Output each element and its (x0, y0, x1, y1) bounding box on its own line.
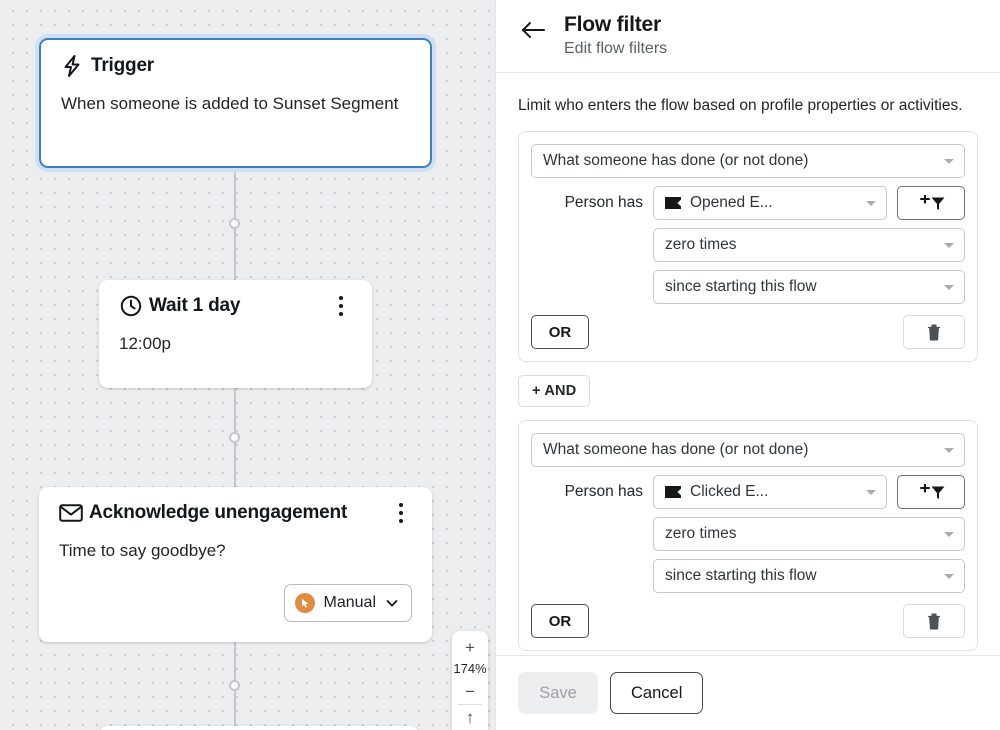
metric-row: Person has Opened E... (531, 186, 965, 220)
frequency-row: zero times (531, 517, 965, 551)
envelope-icon (59, 503, 89, 523)
connector-dot[interactable] (229, 218, 240, 229)
trash-icon[interactable] (903, 315, 965, 349)
chevron-down-icon (944, 159, 954, 164)
chevron-down-icon (944, 574, 954, 579)
fit-to-screen-button[interactable]: ↑ (452, 705, 488, 730)
node-title: Trigger (91, 55, 410, 77)
panel-footer: Save Cancel (496, 655, 1000, 730)
or-button[interactable]: OR (531, 315, 589, 349)
connector-dot[interactable] (229, 432, 240, 443)
frequency-row: zero times (531, 228, 965, 262)
zoom-control[interactable]: + 174% − ↑ (452, 631, 488, 730)
chevron-down-icon (385, 596, 399, 610)
or-button[interactable]: OR (531, 604, 589, 638)
frequency-value: zero times (665, 236, 737, 254)
flow-node-wait[interactable]: Wait 1 day 12:00p (99, 280, 372, 388)
node-description: Time to say goodbye? (39, 539, 432, 563)
send-mode-dropdown[interactable]: Manual (284, 584, 412, 622)
metric-dropdown[interactable]: Clicked E... (653, 475, 887, 509)
panel-header: Flow filter Edit flow filters (496, 0, 1000, 73)
node-menu-button[interactable] (390, 500, 412, 526)
connector-line (234, 168, 236, 224)
timeframe-value: since starting this flow (665, 567, 817, 585)
metric-value: Clicked E... (690, 483, 768, 501)
timeframe-value: since starting this flow (665, 278, 817, 296)
condition-type-dropdown[interactable]: What someone has done (or not done) (531, 433, 965, 467)
connector-line (234, 691, 236, 730)
frequency-dropdown[interactable]: zero times (653, 228, 965, 262)
node-description: 12:00p (99, 332, 372, 356)
node-header: Wait 1 day (99, 280, 372, 332)
zoom-level-label: 174% (453, 660, 486, 679)
person-has-label: Person has (531, 483, 643, 501)
lightning-bolt-icon (61, 54, 91, 78)
panel-body: Limit who enters the flow based on profi… (496, 73, 1000, 655)
zoom-out-button[interactable]: − (452, 679, 488, 704)
node-description: When someone is added to Sunset Segment (41, 92, 430, 116)
flow-node-trigger[interactable]: Trigger When someone is added to Sunset … (39, 38, 432, 168)
timeframe-dropdown[interactable]: since starting this flow (653, 270, 965, 304)
cancel-button[interactable]: Cancel (610, 672, 703, 714)
frequency-dropdown[interactable]: zero times (653, 517, 965, 551)
connector-dot[interactable] (229, 680, 240, 691)
filter-group: What someone has done (or not done) Pers… (518, 131, 978, 362)
condition-type-value: What someone has done (or not done) (543, 441, 808, 459)
timeframe-dropdown[interactable]: since starting this flow (653, 559, 965, 593)
trash-icon[interactable] (903, 604, 965, 638)
metric-value: Opened E... (690, 194, 773, 212)
add-filter-icon[interactable] (897, 186, 965, 220)
connector-line (234, 229, 236, 280)
frequency-value: zero times (665, 525, 737, 543)
send-mode-label: Manual (324, 594, 376, 612)
manual-send-icon (295, 593, 315, 613)
metric-row: Person has Clicked E... (531, 475, 965, 509)
zoom-in-button[interactable]: + (452, 635, 488, 660)
panel-description: Limit who enters the flow based on profi… (518, 97, 978, 115)
page-subtitle: Edit flow filters (564, 40, 667, 58)
flow-canvas[interactable]: Trigger When someone is added to Sunset … (0, 0, 495, 730)
group-footer: OR (531, 315, 965, 349)
timeframe-row: since starting this flow (531, 559, 965, 593)
node-menu-button[interactable] (330, 293, 352, 319)
connector-line (234, 642, 236, 681)
clock-icon (119, 294, 149, 318)
person-has-label: Person has (531, 194, 643, 212)
node-header: Acknowledge unengagement (39, 487, 432, 539)
envelope-icon (665, 486, 681, 498)
condition-type-dropdown[interactable]: What someone has done (or not done) (531, 144, 965, 178)
flow-node-email[interactable]: Acknowledge unengagement Time to say goo… (39, 487, 432, 642)
timeframe-row: since starting this flow (531, 270, 965, 304)
chevron-down-icon (866, 201, 876, 206)
chevron-down-icon (944, 532, 954, 537)
node-header: Trigger (41, 40, 430, 92)
page-title: Flow filter (564, 13, 667, 37)
connector-line (234, 443, 236, 487)
chevron-down-icon (944, 285, 954, 290)
filter-group: What someone has done (or not done) Pers… (518, 420, 978, 651)
arrow-left-icon[interactable] (520, 13, 552, 45)
node-title: Wait 1 day (149, 295, 330, 317)
save-button[interactable]: Save (518, 672, 598, 714)
node-title: Acknowledge unengagement (89, 502, 390, 524)
condition-type-value: What someone has done (or not done) (543, 152, 808, 170)
chevron-down-icon (944, 243, 954, 248)
envelope-icon (665, 197, 681, 209)
metric-dropdown[interactable]: Opened E... (653, 186, 887, 220)
group-footer: OR (531, 604, 965, 638)
flow-node-next-partial[interactable] (99, 726, 419, 730)
chevron-down-icon (944, 448, 954, 453)
connector-line (234, 388, 236, 432)
add-filter-icon[interactable] (897, 475, 965, 509)
add-and-condition-button[interactable]: + AND (518, 375, 590, 407)
chevron-down-icon (866, 490, 876, 495)
flow-filter-panel: Flow filter Edit flow filters Limit who … (495, 0, 1000, 730)
